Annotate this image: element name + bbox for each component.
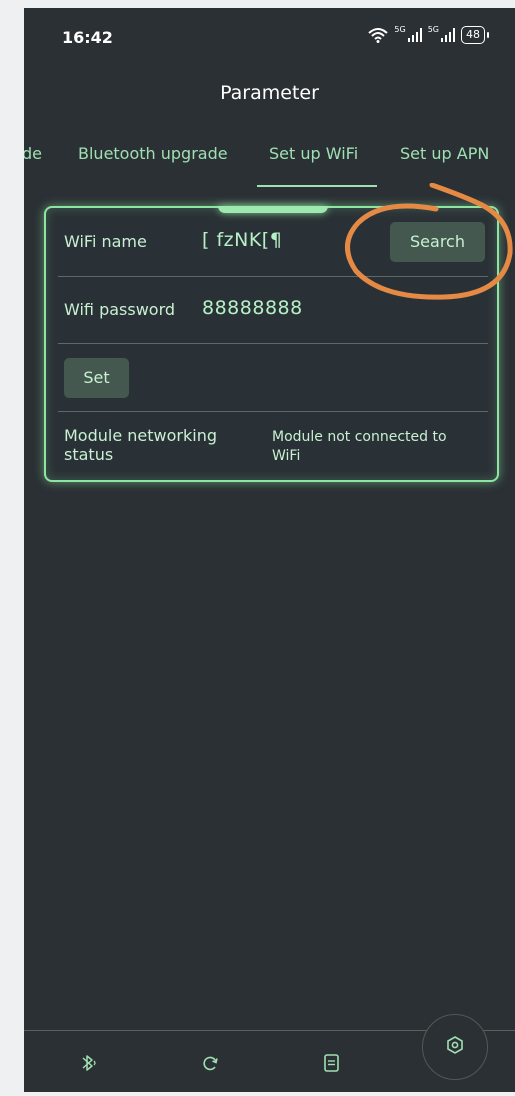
status-time: 16:42 xyxy=(62,28,113,47)
orange-circle-annotation-icon xyxy=(345,183,513,300)
bluetooth-icon[interactable] xyxy=(80,1053,98,1077)
tab-upgrade-partial[interactable]: de xyxy=(24,144,42,163)
wifi-name-input[interactable]: [ fzNK[¶ xyxy=(202,229,282,251)
cell-signal-1-icon xyxy=(407,28,422,42)
status-bar: 16:42 5G 5G 48 xyxy=(24,8,515,68)
refresh-icon[interactable] xyxy=(200,1053,220,1077)
tab-set-up-wifi[interactable]: Set up WiFi xyxy=(269,144,358,163)
signal-2-label: 5G xyxy=(427,24,439,34)
network-status-value: Module not connected to WiFi xyxy=(272,429,447,464)
signal-1-label: 5G xyxy=(394,24,406,34)
row-divider xyxy=(58,343,488,344)
page-title: Parameter xyxy=(220,82,319,104)
phone-screen: 16:42 5G 5G 48 Parameter de Bluetooth up… xyxy=(24,8,515,1092)
wifi-password-label: Wifi password xyxy=(64,300,176,319)
wifi-password-input[interactable]: 88888888 xyxy=(202,297,303,319)
settings-button[interactable] xyxy=(422,1014,488,1080)
wifi-signal-icon xyxy=(368,27,389,43)
panel-notch xyxy=(218,206,328,213)
tab-bluetooth-upgrade[interactable]: Bluetooth upgrade xyxy=(78,144,228,163)
document-icon[interactable] xyxy=(323,1053,341,1077)
wifi-name-label: WiFi name xyxy=(64,232,147,251)
settings-icon xyxy=(445,1035,465,1059)
tab-set-up-apn[interactable]: Set up APN xyxy=(400,144,489,163)
row-divider xyxy=(58,411,488,412)
network-status-label: Module networking status xyxy=(64,426,217,464)
cell-signal-2-icon xyxy=(441,28,455,42)
status-icons: 5G 5G 48 xyxy=(368,24,489,44)
battery-indicator: 48 xyxy=(461,26,489,44)
set-button[interactable]: Set xyxy=(64,358,129,398)
